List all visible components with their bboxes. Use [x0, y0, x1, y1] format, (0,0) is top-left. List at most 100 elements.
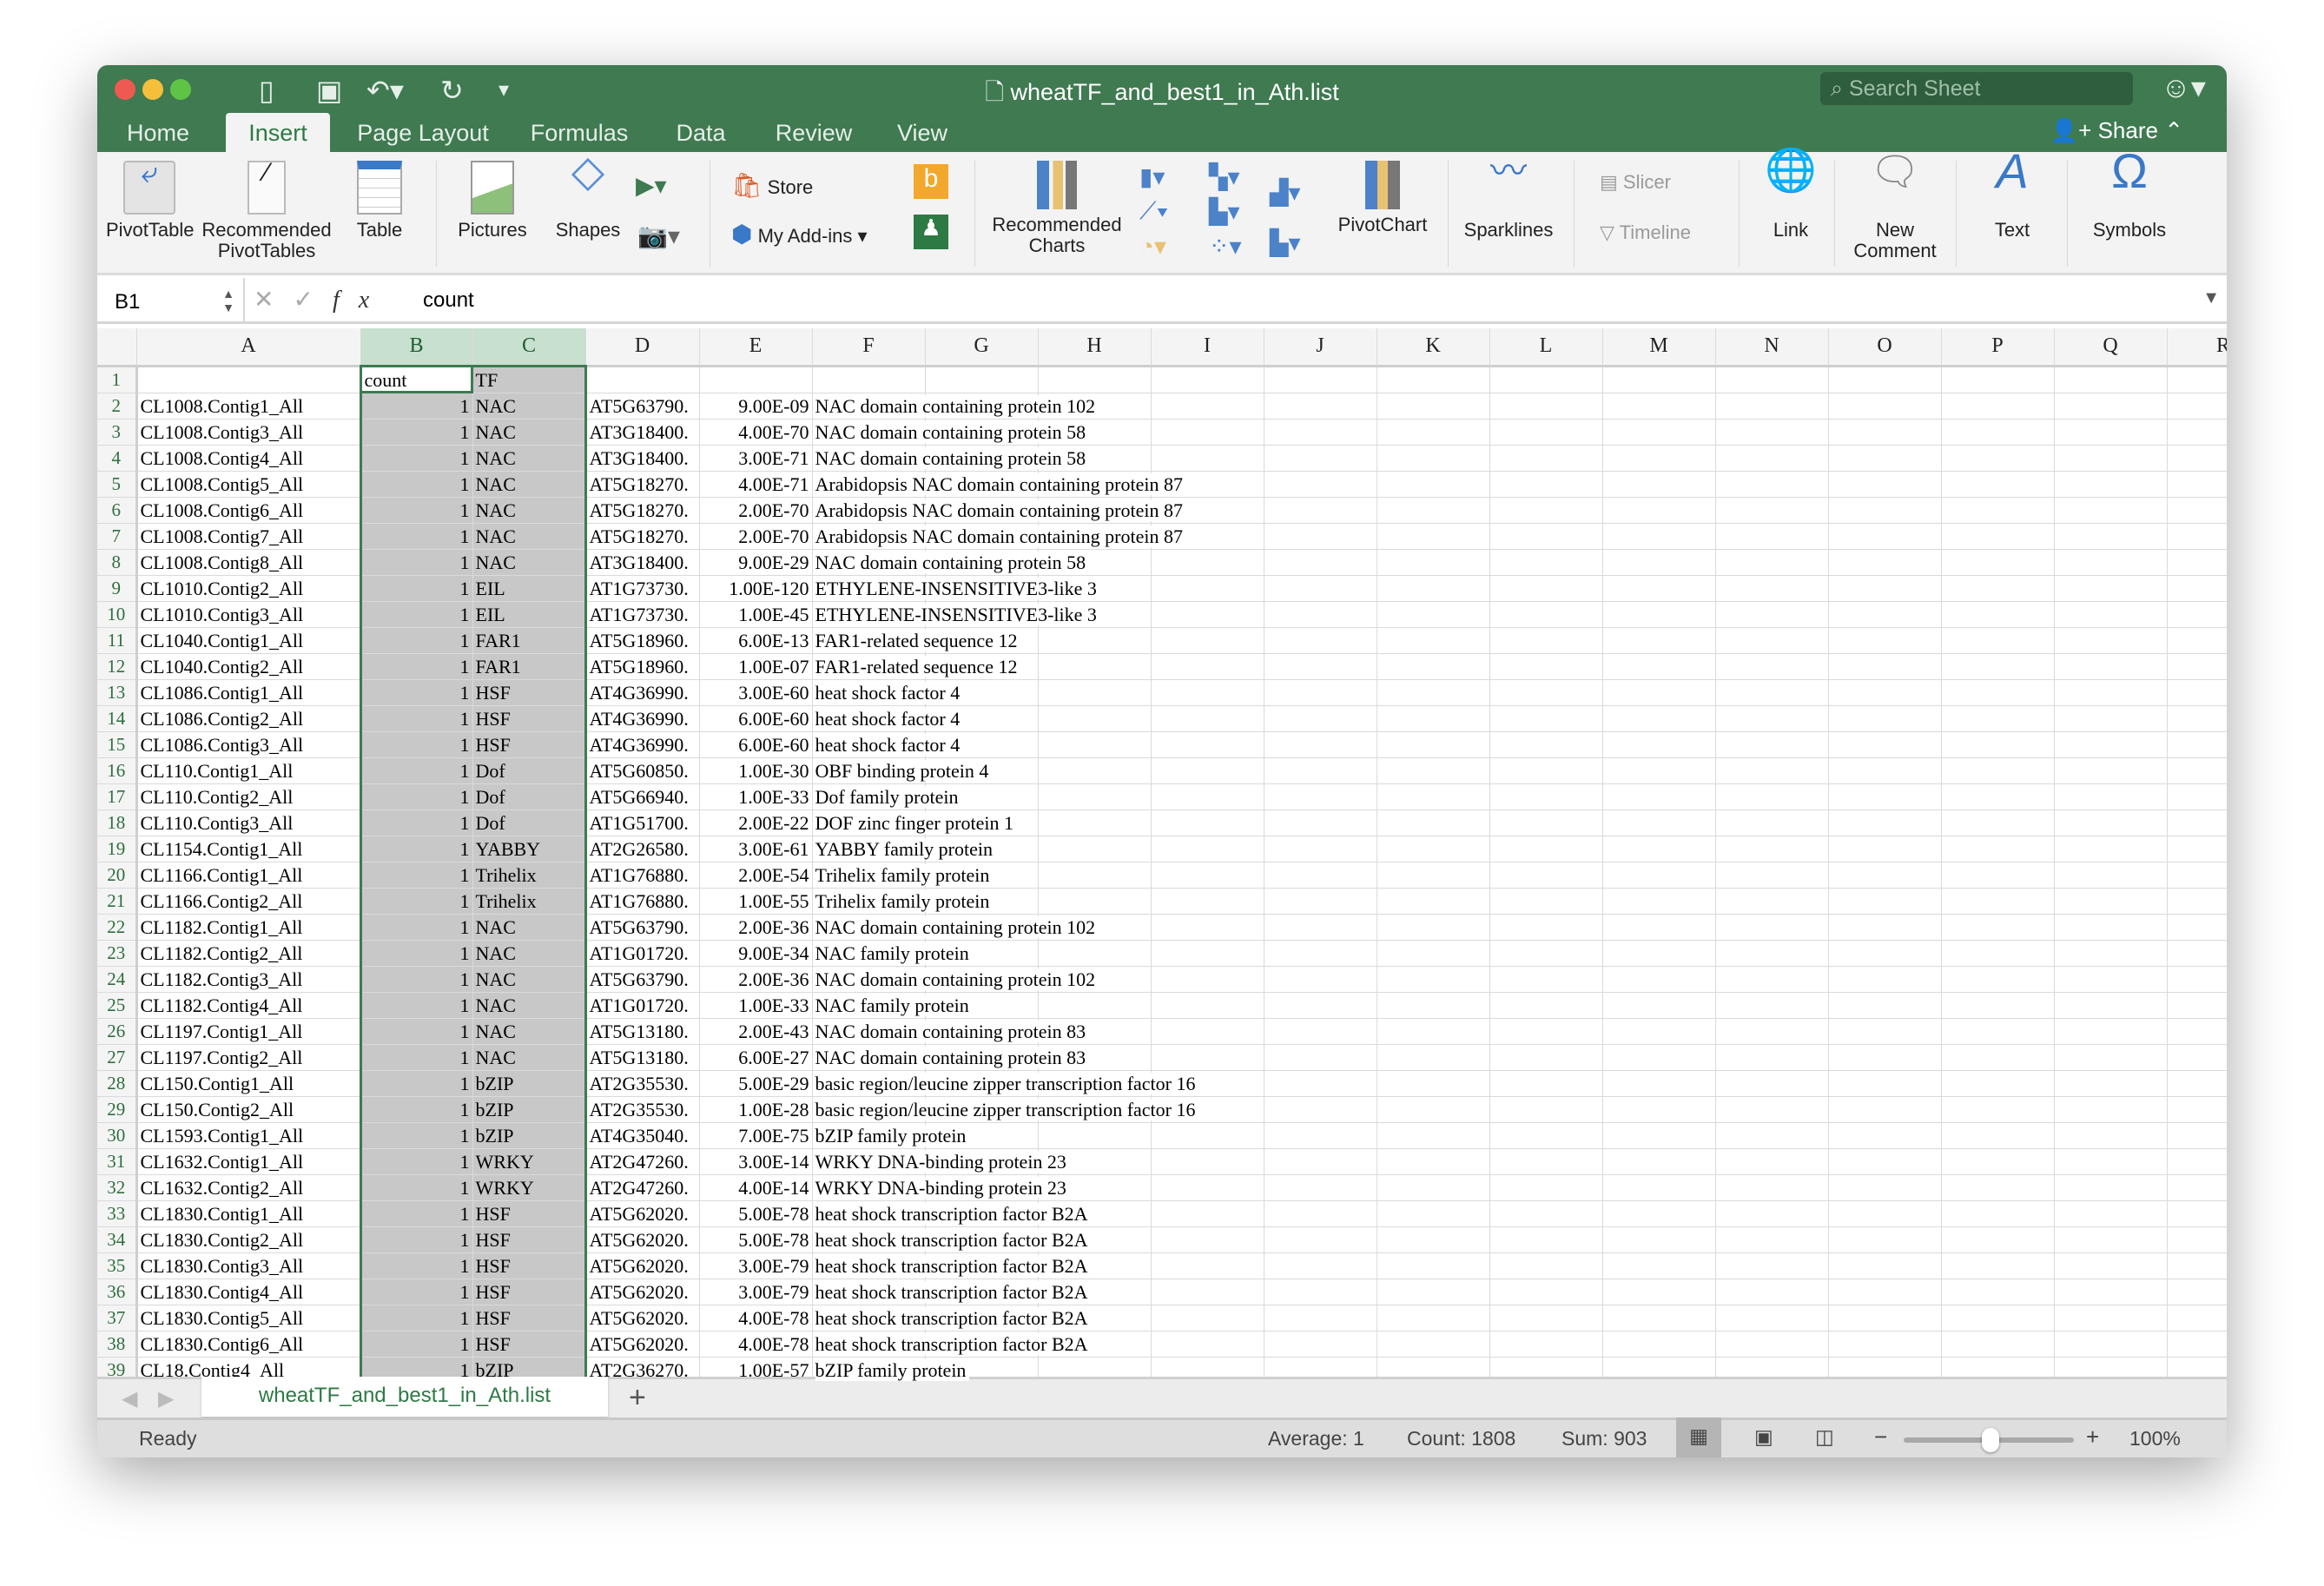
cell-N37[interactable] — [1715, 1305, 1829, 1332]
cell-C7[interactable]: NAC — [472, 523, 587, 550]
cell-M2[interactable] — [1602, 393, 1716, 420]
cell-K2[interactable] — [1377, 393, 1490, 420]
formula-input[interactable]: count — [423, 288, 474, 313]
cell-N18[interactable] — [1715, 810, 1829, 836]
cell-O34[interactable] — [1828, 1226, 1942, 1253]
cell-Q9[interactable] — [2054, 575, 2168, 602]
row-header[interactable]: 30 — [97, 1122, 138, 1149]
cell-N9[interactable] — [1715, 575, 1829, 602]
recommended-pivottables-button[interactable]: ⁄ Recommended PivotTables — [201, 160, 332, 261]
zoom-slider-thumb[interactable] — [1982, 1428, 2000, 1452]
cell-P35[interactable] — [1941, 1252, 2055, 1279]
cell-E10[interactable]: 1.00E-45 — [699, 601, 813, 628]
cell-K16[interactable] — [1377, 757, 1490, 784]
cell-Q4[interactable] — [2054, 445, 2168, 472]
cell-C3[interactable]: NAC — [472, 419, 587, 446]
column-header-F[interactable]: F — [812, 328, 926, 367]
cell-D27[interactable]: AT5G13180. — [585, 1044, 700, 1071]
cell-E27[interactable]: 6.00E-27 — [699, 1044, 813, 1071]
cell-F6[interactable]: Arabidopsis NAC domain containing protei… — [812, 497, 1186, 524]
cell-I15[interactable] — [1151, 731, 1264, 758]
cell-M17[interactable] — [1602, 783, 1716, 810]
cell-D14[interactable]: AT4G36990. — [585, 705, 700, 732]
row-header[interactable]: 33 — [97, 1200, 138, 1227]
cell-M16[interactable] — [1602, 757, 1716, 784]
cell-B33[interactable]: 1 — [359, 1200, 473, 1227]
cell-B9[interactable]: 1 — [359, 575, 473, 602]
cell-K24[interactable] — [1377, 966, 1490, 993]
cell-N13[interactable] — [1715, 679, 1829, 706]
cell-N25[interactable] — [1715, 992, 1829, 1019]
cell-F13[interactable]: heat shock factor 4 — [812, 679, 964, 706]
column-header-R[interactable]: R — [2167, 328, 2227, 367]
tab-review[interactable]: Review — [766, 113, 862, 152]
cell-P38[interactable] — [1941, 1331, 2055, 1358]
cell-J10[interactable] — [1264, 601, 1377, 628]
cell-E7[interactable]: 2.00E-70 — [699, 523, 813, 550]
cell-A13[interactable]: CL1086.Contig1_All — [136, 679, 361, 706]
cell-Q19[interactable] — [2054, 836, 2168, 862]
cell-M35[interactable] — [1602, 1252, 1716, 1279]
row-header[interactable]: 13 — [97, 679, 138, 706]
cell-H11[interactable] — [1038, 627, 1152, 654]
cell-J25[interactable] — [1264, 992, 1377, 1019]
cell-J12[interactable] — [1264, 653, 1377, 680]
cell-C4[interactable]: NAC — [472, 445, 587, 472]
cell-I1[interactable] — [1151, 366, 1264, 393]
cell-B12[interactable]: 1 — [359, 653, 473, 680]
cell-F25[interactable]: NAC family protein — [812, 992, 973, 1019]
cell-Q24[interactable] — [2054, 966, 2168, 993]
row-header[interactable]: 28 — [97, 1070, 138, 1097]
cell-P33[interactable] — [1941, 1200, 2055, 1227]
cell-I16[interactable] — [1151, 757, 1264, 784]
table-button[interactable]: Table — [349, 161, 410, 241]
cell-P1[interactable] — [1941, 366, 2055, 393]
tab-view[interactable]: View — [888, 113, 957, 152]
cell-O32[interactable] — [1828, 1174, 1942, 1201]
cell-F19[interactable]: YABBY family protein — [812, 836, 996, 862]
cell-D26[interactable]: AT5G13180. — [585, 1018, 700, 1045]
cell-E36[interactable]: 3.00E-79 — [699, 1279, 813, 1305]
cell-E32[interactable]: 4.00E-14 — [699, 1174, 813, 1201]
cell-E2[interactable]: 9.00E-09 — [699, 393, 813, 420]
cell-P17[interactable] — [1941, 783, 2055, 810]
cell-R17[interactable] — [2167, 783, 2227, 810]
cell-N30[interactable] — [1715, 1122, 1829, 1149]
cell-J7[interactable] — [1264, 523, 1377, 550]
cell-C6[interactable]: NAC — [472, 497, 587, 524]
cell-I20[interactable] — [1151, 862, 1264, 889]
cell-R30[interactable] — [2167, 1122, 2227, 1149]
cell-P29[interactable] — [1941, 1096, 2055, 1123]
cell-F5[interactable]: Arabidopsis NAC domain containing protei… — [812, 471, 1186, 498]
cell-B19[interactable]: 1 — [359, 836, 473, 862]
enter-icon[interactable]: ✓ — [293, 286, 332, 313]
cell-F10[interactable]: ETHYLENE-INSENSITIVE3-like 3 — [812, 601, 1100, 628]
cell-L38[interactable] — [1489, 1331, 1603, 1358]
cell-A23[interactable]: CL1182.Contig2_All — [136, 940, 361, 967]
cell-O5[interactable] — [1828, 471, 1942, 498]
row-header[interactable]: 3 — [97, 419, 138, 446]
cell-P3[interactable] — [1941, 419, 2055, 446]
cell-O3[interactable] — [1828, 419, 1942, 446]
cell-D6[interactable]: AT5G18270. — [585, 497, 700, 524]
cell-C34[interactable]: HSF — [472, 1226, 587, 1253]
cell-C17[interactable]: Dof — [472, 783, 587, 810]
cell-C13[interactable]: HSF — [472, 679, 587, 706]
cell-K5[interactable] — [1377, 471, 1490, 498]
cell-I31[interactable] — [1151, 1148, 1264, 1175]
cell-Q28[interactable] — [2054, 1070, 2168, 1097]
zoom-slider[interactable] — [1904, 1428, 2074, 1452]
cell-M10[interactable] — [1602, 601, 1716, 628]
search-sheet-input[interactable]: ⌕ Search Sheet — [1820, 72, 2133, 105]
cell-F11[interactable]: FAR1-related sequence 12 — [812, 627, 1021, 654]
cell-R28[interactable] — [2167, 1070, 2227, 1097]
cell-J16[interactable] — [1264, 757, 1377, 784]
cell-L35[interactable] — [1489, 1252, 1603, 1279]
cell-O20[interactable] — [1828, 862, 1942, 889]
cell-A10[interactable]: CL1010.Contig3_All — [136, 601, 361, 628]
cell-D21[interactable]: AT1G76880. — [585, 888, 700, 915]
cell-K34[interactable] — [1377, 1226, 1490, 1253]
cell-B13[interactable]: 1 — [359, 679, 473, 706]
cell-P27[interactable] — [1941, 1044, 2055, 1071]
cancel-icon[interactable]: ✕ — [254, 286, 293, 313]
